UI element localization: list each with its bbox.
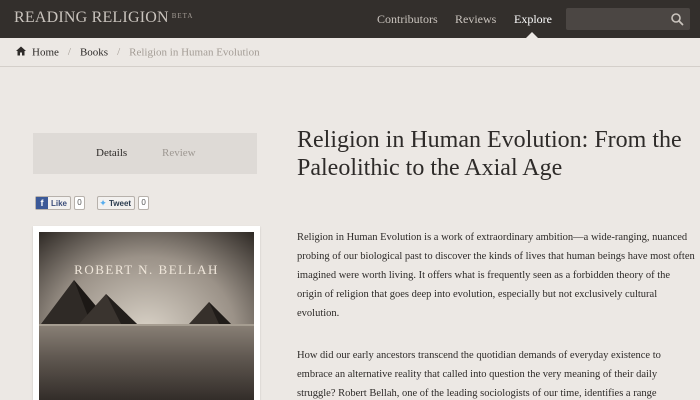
search-input[interactable]: [570, 10, 666, 28]
tab-details[interactable]: Details: [96, 147, 127, 159]
breadcrumb-separator: /: [67, 46, 71, 59]
breadcrumb: Home / Books / Religion in Human Evolution: [16, 46, 260, 58]
beta-badge: BETA: [171, 12, 194, 20]
breadcrumb-bar: Home / Books / Religion in Human Evolution: [0, 38, 700, 67]
brand-name: READING RELIGION: [14, 9, 169, 26]
breadcrumb-books[interactable]: Books: [80, 46, 108, 58]
book-cover-image[interactable]: ROBERT N. BELLAH: [39, 232, 254, 400]
top-nav-bar: READING RELIGION BETA Contributors Review…: [0, 0, 700, 38]
nav-contributors[interactable]: Contributors: [377, 12, 438, 27]
tweet-button[interactable]: ✦ Tweet: [97, 196, 136, 210]
book-cover-frame: ROBERT N. BELLAH: [33, 226, 260, 400]
book-title: Religion in Human Evolution: From the Pa…: [297, 127, 682, 181]
search-box: [566, 8, 690, 30]
tweet-label: Tweet: [109, 199, 132, 208]
book-description-paragraph: Religion in Human Evolution is a work of…: [297, 232, 695, 319]
social-share: f Like 0 ✦ Tweet 0: [35, 196, 161, 210]
search-icon[interactable]: [670, 12, 684, 26]
breadcrumb-separator: /: [117, 46, 121, 59]
book-description-paragraph: How did our early ancestors transcend th…: [297, 350, 661, 399]
home-icon[interactable]: [16, 46, 26, 56]
like-count: 0: [74, 196, 86, 210]
cover-author-name: ROBERT N. BELLAH: [74, 262, 219, 277]
twitter-icon: ✦: [99, 198, 107, 208]
like-label: Like: [51, 199, 68, 208]
tweet-count: 0: [138, 196, 150, 210]
nav-explore[interactable]: Explore: [514, 12, 552, 27]
facebook-icon: f: [36, 197, 48, 209]
breadcrumb-home[interactable]: Home: [32, 46, 59, 58]
site-logo[interactable]: READING RELIGION BETA: [14, 9, 193, 27]
nav-reviews[interactable]: Reviews: [455, 12, 496, 27]
pyramids-photo: [39, 232, 254, 400]
tab-review[interactable]: Review: [162, 147, 196, 159]
book-tabs: Details Review: [33, 133, 257, 174]
breadcrumb-current: Religion in Human Evolution: [129, 46, 260, 59]
facebook-like-button[interactable]: f Like: [35, 196, 72, 210]
